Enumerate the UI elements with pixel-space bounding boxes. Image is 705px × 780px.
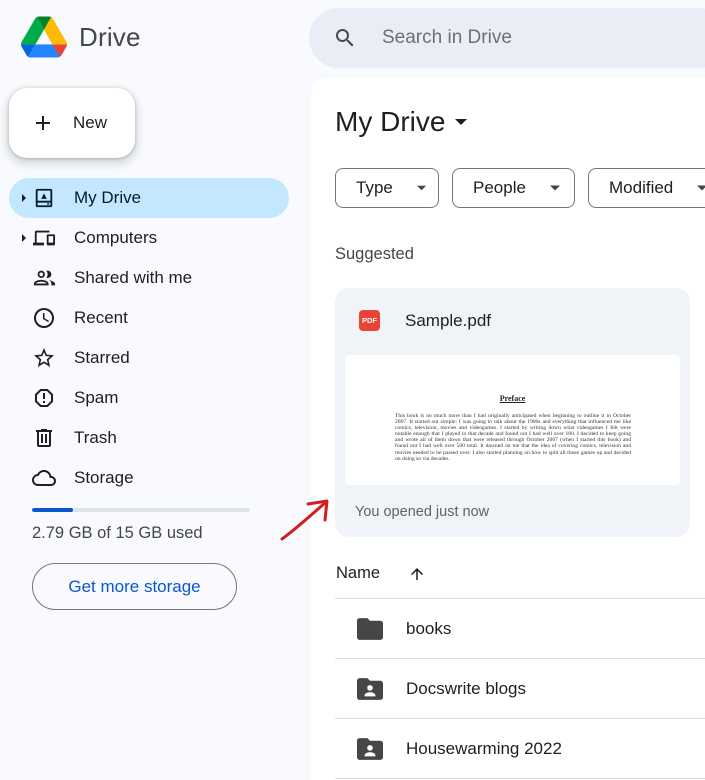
shared-folder-icon <box>357 678 383 700</box>
clock-icon <box>32 306 56 330</box>
filter-chips: Type People Modified <box>335 168 705 208</box>
sidebar-item-shared-with-me[interactable]: Shared with me <box>9 258 289 298</box>
sidebar-item-recent[interactable]: Recent <box>9 298 289 338</box>
main-panel: My Drive Type People Modified Suggested … <box>311 78 705 780</box>
shared-folder-icon <box>357 738 383 760</box>
page-title[interactable]: My Drive <box>335 106 468 138</box>
sidebar-item-label: Recent <box>74 308 128 327</box>
filter-type[interactable]: Type <box>335 168 439 208</box>
drive-logo[interactable]: Drive <box>21 16 141 58</box>
column-label: Name <box>336 564 381 582</box>
sidebar-nav: My Drive Computers Shared with me Recent <box>9 178 289 498</box>
shared-with-me-icon <box>32 266 56 290</box>
column-header-name[interactable]: Name <box>336 564 426 583</box>
filter-label: Type <box>356 178 393 197</box>
folder-icon <box>357 618 383 640</box>
storage-usage-text: 2.79 GB of 15 GB used <box>32 524 203 542</box>
plus-icon <box>36 116 50 130</box>
search-bar[interactable] <box>309 8 705 68</box>
caret-right-icon[interactable] <box>21 193 27 203</box>
search-icon[interactable] <box>333 26 357 50</box>
suggested-file-card[interactable]: PDF Sample.pdf Preface This book is no m… <box>335 288 690 537</box>
file-name: Sample.pdf <box>405 310 491 330</box>
sidebar-item-label: Computers <box>74 228 158 247</box>
file-preview[interactable]: Preface This book is no much more than I… <box>345 355 680 485</box>
arrow-up-icon[interactable] <box>408 565 426 583</box>
chevron-down-icon <box>455 119 468 125</box>
filter-people[interactable]: People <box>452 168 575 208</box>
filter-modified[interactable]: Modified <box>588 168 705 208</box>
spam-icon <box>32 386 56 410</box>
suggested-heading: Suggested <box>335 245 414 263</box>
star-icon <box>32 346 56 370</box>
filter-label: Modified <box>609 178 674 197</box>
sidebar-item-label: Trash <box>74 428 117 447</box>
search-input[interactable] <box>380 26 660 50</box>
sidebar-item-label: My Drive <box>74 188 142 207</box>
sidebar-item-trash[interactable]: Trash <box>9 418 289 458</box>
filter-label: People <box>473 178 526 197</box>
file-row-docswrite-blogs[interactable]: Docswrite blogs <box>335 659 705 719</box>
chevron-down-icon <box>549 185 560 191</box>
sidebar-item-label: Spam <box>74 388 119 407</box>
caret-right-icon[interactable] <box>21 233 27 243</box>
new-button-label: New <box>73 113 108 132</box>
get-more-storage-button[interactable]: Get more storage <box>32 563 237 610</box>
file-row-housewarming-2022[interactable]: Housewarming 2022 <box>335 719 705 779</box>
preview-title: Preface <box>499 394 526 403</box>
new-button[interactable]: New <box>9 88 135 158</box>
chevron-down-icon <box>697 185 705 191</box>
trash-icon <box>32 426 56 450</box>
storage-usage-fill <box>32 508 73 512</box>
card-header: PDF Sample.pdf <box>359 310 491 331</box>
drive-logo-icon <box>21 16 67 58</box>
preview-text: This book is no much more than I had ori… <box>395 413 631 462</box>
sidebar-item-my-drive[interactable]: My Drive <box>9 178 289 218</box>
card-activity: You opened just now <box>355 504 490 520</box>
drive-app: Drive New My Drive Computers <box>0 0 705 780</box>
chevron-down-icon <box>416 185 426 191</box>
page-title-text: My Drive <box>335 106 446 137</box>
row-divider <box>335 778 705 779</box>
file-name: books <box>406 619 452 638</box>
annotation-arrow-icon <box>280 499 329 541</box>
sidebar-item-label: Shared with me <box>74 268 193 287</box>
app-name: Drive <box>79 21 141 52</box>
file-name: Housewarming 2022 <box>406 739 562 758</box>
storage-usage-bar <box>32 508 250 512</box>
cloud-icon <box>32 466 56 490</box>
sidebar-item-spam[interactable]: Spam <box>9 378 289 418</box>
sidebar-item-starred[interactable]: Starred <box>9 338 289 378</box>
computers-icon <box>32 226 56 250</box>
file-name: Docswrite blogs <box>406 679 526 698</box>
sidebar-item-label: Starred <box>74 348 130 367</box>
pdf-icon: PDF <box>359 310 380 331</box>
sidebar-item-storage[interactable]: Storage <box>9 458 289 498</box>
sidebar-item-label: Storage <box>74 468 134 487</box>
sidebar-item-computers[interactable]: Computers <box>9 218 289 258</box>
file-row-books[interactable]: books <box>335 599 705 659</box>
my-drive-icon <box>32 186 56 210</box>
